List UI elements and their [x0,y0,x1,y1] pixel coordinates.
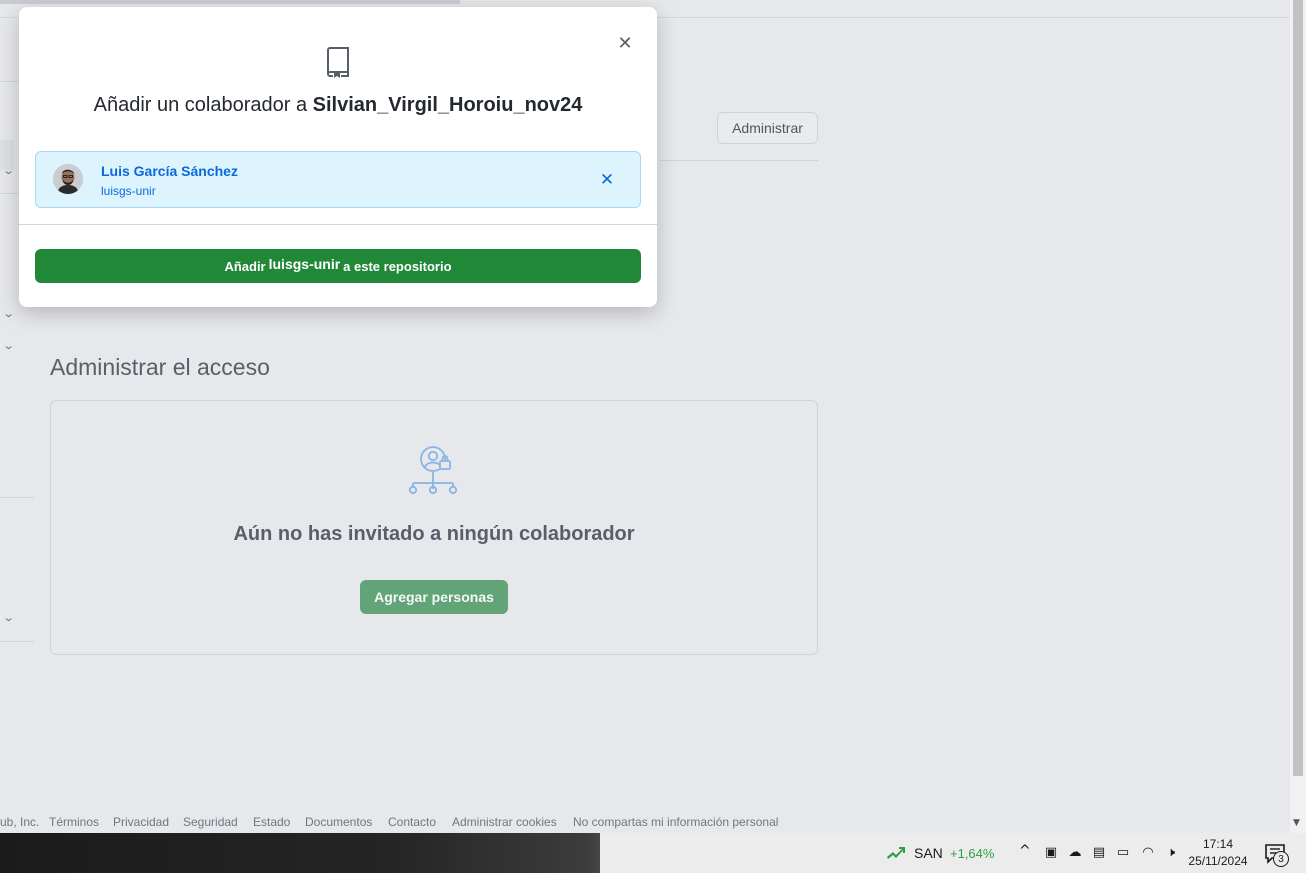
camera-icon[interactable]: ▣ [1043,845,1059,861]
clock-date[interactable]: 25/11/2024 [1188,854,1248,868]
footer-link-contact[interactable]: Contacto [388,815,436,829]
battery-icon[interactable]: ▭ [1115,845,1131,861]
footer-link-do-not-share[interactable]: No compartas mi información personal [573,815,778,829]
stock-up-arrow-icon [887,847,905,859]
selected-user-login[interactable]: luisgs-unir [101,184,156,198]
footer-copyright: ub, Inc. [0,815,40,829]
people-lock-icon [408,446,458,495]
selected-user-name[interactable]: Luis García Sánchez [101,163,238,179]
footer-link-docs[interactable]: Documentos [305,815,372,829]
divider [660,160,818,161]
footer-link-status[interactable]: Estado [253,815,290,829]
dialog-title: Añadir un colaborador a Silvian_Virgil_H… [19,94,657,117]
clock-time[interactable]: 17:14 [1188,837,1248,851]
close-icon[interactable]: ✕ [615,33,635,54]
avatar [53,164,83,194]
footer-link-privacy[interactable]: Privacidad [113,815,169,829]
administrar-button[interactable]: Administrar [717,112,818,144]
page-scrollbar[interactable]: ▼ [1290,0,1306,833]
add-people-button[interactable]: Agregar personas [360,580,508,614]
add-button-suffix: a este repositorio [343,258,452,274]
no-collaborators-message: Aún no has invitado a ningún colaborador [233,523,635,545]
footer-link-terms[interactable]: Términos [49,815,99,829]
scrollbar-thumb[interactable] [1293,0,1303,776]
repository-name: Silvian_Virgil_Horoiu_nov24 [312,94,583,116]
scroll-down-arrow-icon[interactable]: ▼ [1293,818,1300,828]
repo-icon [327,47,349,78]
footer-link-security[interactable]: Seguridad [183,815,238,829]
notification-count-badge: 3 [1273,851,1289,867]
wifi-icon[interactable]: ◠ [1140,845,1156,861]
selected-user-card: Luis García Sánchez luisgs-unir ✕ [35,151,641,208]
add-collaborator-button[interactable]: Añadir luisgs-unir a este repositorio [35,249,641,283]
chevron-down-icon[interactable]: ⌄ [2,164,15,177]
onedrive-cloud-icon[interactable]: ☁ [1067,845,1083,861]
remove-selected-user-icon[interactable]: ✕ [597,170,617,190]
stock-ticker[interactable]: SAN [914,845,943,861]
display-icon[interactable]: ▤ [1091,845,1107,861]
dialog-divider [19,224,657,225]
dialog-title-prefix: Añadir un colaborador a [93,94,308,116]
footer-link-cookies[interactable]: Administrar cookies [452,815,557,829]
windows-taskbar: SAN +1,64% ^ ▣ ☁ ▤ ▭ ◠ 🕨 17:14 25/11/202… [0,833,1306,873]
add-button-user: luisgs-unir [268,256,341,272]
add-collaborator-dialog: ✕ Añadir un colaborador a Silvian_Virgil… [19,7,657,307]
manage-access-panel: Aún no has invitado a ningún colaborador… [50,400,818,655]
show-hidden-icons-chevron-icon[interactable]: ^ [1019,843,1031,859]
chevron-down-icon[interactable]: ⌄ [2,339,15,352]
stock-change: +1,64% [950,846,995,861]
volume-icon[interactable]: 🕨 [1163,845,1179,861]
add-button-prefix: Añadir [224,258,266,274]
chevron-down-icon[interactable]: ⌄ [2,307,15,320]
chevron-down-icon[interactable]: ⌄ [2,611,15,624]
manage-access-heading: Administrar el acceso [50,354,270,380]
